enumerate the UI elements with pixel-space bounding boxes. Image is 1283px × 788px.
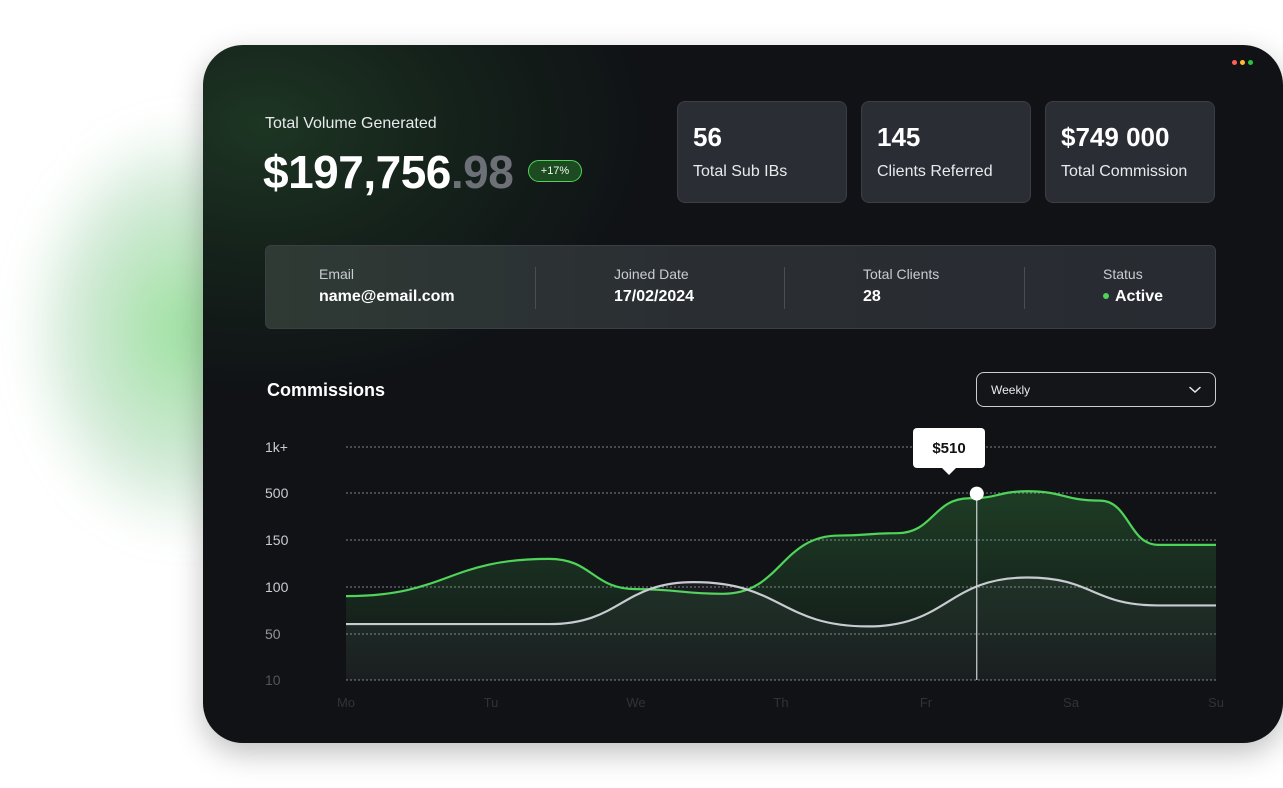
- y-tick-label: 500: [265, 485, 289, 501]
- tablet-frame: Total Volume Generated $197,756.98 +17% …: [203, 45, 1283, 743]
- email-label: Email: [319, 266, 355, 282]
- joined-cell: Joined Date 17/02/2024: [614, 266, 694, 306]
- stat-value: 145: [877, 122, 921, 152]
- divider: [535, 267, 536, 309]
- clients-value: 28: [863, 288, 881, 305]
- status-label: Status: [1103, 266, 1143, 282]
- volume-amount: $197,756.98: [263, 145, 514, 199]
- y-tick-label: 150: [265, 532, 289, 548]
- marker-point: [969, 486, 984, 501]
- x-tick-label: We: [626, 695, 645, 710]
- y-tick-label: 100: [265, 579, 289, 595]
- volume-cents: .98: [450, 146, 514, 198]
- chevron-down-icon: [1189, 386, 1201, 393]
- profile-info-bar: Email name@email.com Joined Date 17/02/2…: [265, 245, 1216, 329]
- clients-label: Total Clients: [863, 266, 940, 282]
- x-tick-label: Tu: [484, 695, 499, 710]
- stat-label: Total Sub IBs: [693, 163, 788, 180]
- email-cell: Email name@email.com: [319, 266, 455, 306]
- window-dots: [1232, 60, 1253, 65]
- x-tick-label: Fr: [920, 695, 933, 710]
- y-tick-label: 50: [265, 626, 281, 642]
- minimize-dot-icon[interactable]: [1240, 60, 1245, 65]
- clients-cell: Total Clients 28: [863, 266, 939, 306]
- divider: [1024, 267, 1025, 309]
- maximize-dot-icon[interactable]: [1248, 60, 1253, 65]
- stat-value: $749 000: [1061, 122, 1170, 152]
- stat-card-clients-referred[interactable]: 145 Clients Referred: [861, 101, 1031, 203]
- commissions-chart: 1k+ 500 150 100 50 10 Mo Tu We Th Fr Sa Su: [265, 439, 1224, 710]
- x-tick-label: Su: [1208, 695, 1224, 710]
- close-dot-icon[interactable]: [1232, 60, 1237, 65]
- email-value[interactable]: name@email.com: [319, 288, 455, 306]
- period-select[interactable]: Weekly: [976, 372, 1216, 407]
- status-text: Active: [1115, 288, 1164, 305]
- change-badge: +17%: [528, 160, 582, 182]
- status-cell: Status Active: [1103, 266, 1163, 306]
- joined-value: 17/02/2024: [614, 288, 695, 305]
- joined-label: Joined Date: [614, 266, 689, 282]
- divider: [784, 267, 785, 309]
- status-dot-icon: [1103, 292, 1109, 299]
- y-tick-label: 10: [265, 672, 281, 688]
- x-tick-label: Sa: [1063, 695, 1080, 710]
- period-selected: Weekly: [991, 382, 1031, 397]
- volume-label: Total Volume Generated: [265, 115, 437, 132]
- stat-label: Clients Referred: [877, 163, 993, 180]
- stat-card-sub-ibs[interactable]: 56 Total Sub IBs: [677, 101, 847, 203]
- stat-card-total-commission[interactable]: $749 000 Total Commission: [1045, 101, 1215, 203]
- volume-main: $197,756: [263, 146, 451, 198]
- status-value: Active: [1103, 288, 1163, 306]
- chart-tooltip: $510: [913, 428, 985, 475]
- stat-value: 56: [693, 122, 722, 152]
- commissions-title: Commissions: [267, 380, 386, 400]
- y-tick-label: 1k+: [265, 439, 288, 455]
- stat-label: Total Commission: [1061, 163, 1188, 180]
- x-tick-label: Mo: [337, 695, 355, 710]
- x-tick-label: Th: [773, 695, 788, 710]
